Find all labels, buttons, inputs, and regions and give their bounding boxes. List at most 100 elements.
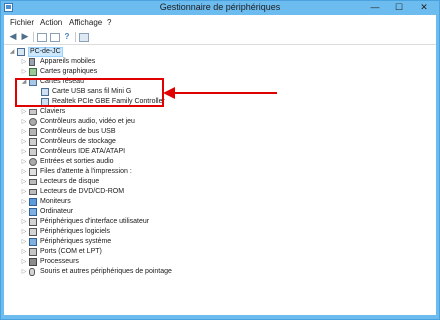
menu-help[interactable]: ? (107, 18, 111, 27)
menu-bar: Fichier Action Affichage ? (4, 15, 436, 30)
category-label: Moniteurs (40, 198, 71, 205)
audio-io-icon (29, 158, 37, 166)
expand-chevron-icon[interactable]: ▷ (20, 267, 28, 277)
back-arrow-icon[interactable]: ◀ (8, 32, 18, 41)
tree-item-claviers[interactable]: ▷ Claviers (20, 107, 320, 117)
device-manager-window: Gestionnaire de périphériques — ☐ ✕ Fich… (0, 0, 440, 320)
expand-chevron-icon[interactable]: ▷ (20, 197, 28, 207)
category-label: Souris et autres périphériques de pointa… (40, 268, 172, 275)
software-device-icon (29, 228, 37, 236)
help-icon[interactable]: ? (62, 32, 72, 41)
tree-item-entrees-sorties-audio[interactable]: ▷ Entrées et sorties audio (20, 157, 320, 167)
mobile-device-icon (29, 58, 35, 66)
category-label: Processeurs (40, 258, 79, 265)
maximize-button[interactable]: ☐ (389, 1, 409, 13)
expand-chevron-icon[interactable]: ▷ (20, 57, 28, 67)
mouse-icon (29, 268, 35, 276)
category-label: Files d'attente à l'impression : (40, 168, 132, 175)
expand-chevron-icon[interactable]: ▷ (20, 207, 28, 217)
monitor-icon (29, 198, 37, 206)
tree-item-ide[interactable]: ▷ Contrôleurs IDE ATA/ATAPI (20, 147, 320, 157)
usb-icon (29, 128, 37, 136)
computer-icon (17, 48, 25, 56)
toolbar-separator (33, 32, 34, 42)
port-icon (29, 248, 37, 256)
expand-chevron-icon[interactable]: ▷ (20, 237, 28, 247)
close-button[interactable]: ✕ (411, 1, 437, 13)
category-label: Lecteurs de DVD/CD-ROM (40, 188, 125, 195)
expand-chevron-icon[interactable]: ▷ (20, 157, 28, 167)
properties-icon[interactable] (50, 33, 60, 42)
speaker-icon (29, 118, 37, 126)
toolbar: ◀ ▶ ? (4, 30, 436, 45)
computer-icon (29, 208, 37, 216)
minimize-button[interactable]: — (365, 1, 385, 13)
tree-item-appareils-mobiles[interactable]: ▷ Appareils mobiles (20, 57, 320, 67)
expand-chevron-icon[interactable]: ▷ (20, 217, 28, 227)
optical-drive-icon (29, 189, 37, 195)
expand-chevron-icon[interactable]: ▷ (20, 137, 28, 147)
title-bar[interactable]: Gestionnaire de périphériques — ☐ ✕ (1, 1, 439, 15)
category-label: Contrôleurs de stockage (40, 138, 116, 145)
category-label: Ports (COM et LPT) (40, 248, 102, 255)
category-label: Claviers (40, 108, 66, 115)
tree-item-peripheriques-logiciels[interactable]: ▷ Périphériques logiciels (20, 227, 320, 237)
expand-chevron-icon[interactable]: ▷ (20, 147, 28, 157)
category-label: Ordinateur (40, 208, 74, 215)
category-label: Périphériques système (40, 238, 112, 245)
hid-icon (29, 218, 37, 226)
category-label: Contrôleurs de bus USB (40, 128, 116, 135)
view-icon[interactable] (37, 33, 47, 42)
category-label: Périphériques logiciels (40, 228, 111, 235)
tree-item-ordinateur[interactable]: ▷ Ordinateur (20, 207, 320, 217)
menu-fichier[interactable]: Fichier (10, 18, 34, 27)
tree-root[interactable]: ◢ PC-de-JC (8, 47, 128, 57)
printer-icon (29, 168, 37, 176)
menu-affichage[interactable]: Affichage (69, 18, 102, 27)
disk-drive-icon (29, 179, 37, 185)
category-label: Périphériques d'interface utilisateur (40, 218, 150, 225)
expand-chevron-icon[interactable]: ▷ (20, 227, 28, 237)
tree-item-stockage[interactable]: ▷ Contrôleurs de stockage (20, 137, 320, 147)
collapse-triangle-icon[interactable]: ◢ (8, 47, 16, 57)
expand-chevron-icon[interactable]: ▷ (20, 127, 28, 137)
ide-controller-icon (29, 148, 37, 156)
expand-chevron-icon[interactable]: ▷ (20, 167, 28, 177)
system-device-icon (29, 238, 37, 246)
tree-item-processeurs[interactable]: ▷ Processeurs (20, 257, 320, 267)
tree-item-cartes-graphiques[interactable]: ▷ Cartes graphiques (20, 67, 320, 77)
expand-chevron-icon[interactable]: ▷ (20, 67, 28, 77)
tree-item-interface-utilisateur[interactable]: ▷ Périphériques d'interface utilisateur (20, 217, 320, 227)
display-adapter-icon (29, 68, 37, 76)
tree-item-lecteurs-disque[interactable]: ▷ Lecteurs de disque (20, 177, 320, 187)
tree-item-bus-usb[interactable]: ▷ Contrôleurs de bus USB (20, 127, 320, 137)
category-label: Entrées et sorties audio (40, 158, 114, 165)
root-label: PC-de-JC (28, 47, 63, 57)
keyboard-icon (29, 109, 37, 115)
tree-item-peripheriques-systeme[interactable]: ▷ Périphériques système (20, 237, 320, 247)
expand-chevron-icon[interactable]: ▷ (20, 107, 28, 117)
scan-hardware-icon[interactable] (79, 33, 89, 42)
menu-action[interactable]: Action (40, 18, 62, 27)
category-label: Contrôleurs IDE ATA/ATAPI (40, 148, 126, 155)
category-label: Contrôleurs audio, vidéo et jeu (40, 118, 135, 125)
expand-chevron-icon[interactable]: ▷ (20, 187, 28, 197)
tree-item-ports[interactable]: ▷ Ports (COM et LPT) (20, 247, 320, 257)
toolbar-separator (75, 32, 76, 42)
tree-item-dvd-cdrom[interactable]: ▷ Lecteurs de DVD/CD-ROM (20, 187, 320, 197)
expand-chevron-icon[interactable]: ▷ (20, 117, 28, 127)
category-label: Cartes graphiques (40, 68, 98, 75)
tree-item-controleurs-audio[interactable]: ▷ Contrôleurs audio, vidéo et jeu (20, 117, 320, 127)
forward-arrow-icon[interactable]: ▶ (20, 32, 30, 41)
tree-item-moniteurs[interactable]: ▷ Moniteurs (20, 197, 320, 207)
tree-item-souris[interactable]: ▷ Souris et autres périphériques de poin… (20, 267, 320, 277)
category-label: Appareils mobiles (40, 58, 96, 65)
red-highlight-box (15, 78, 164, 107)
tree-item-files-impression[interactable]: ▷ Files d'attente à l'impression : (20, 167, 320, 177)
expand-chevron-icon[interactable]: ▷ (20, 257, 28, 267)
category-label: Lecteurs de disque (40, 178, 100, 185)
processor-icon (29, 258, 37, 266)
expand-chevron-icon[interactable]: ▷ (20, 177, 28, 187)
expand-chevron-icon[interactable]: ▷ (20, 247, 28, 257)
storage-icon (29, 138, 37, 146)
